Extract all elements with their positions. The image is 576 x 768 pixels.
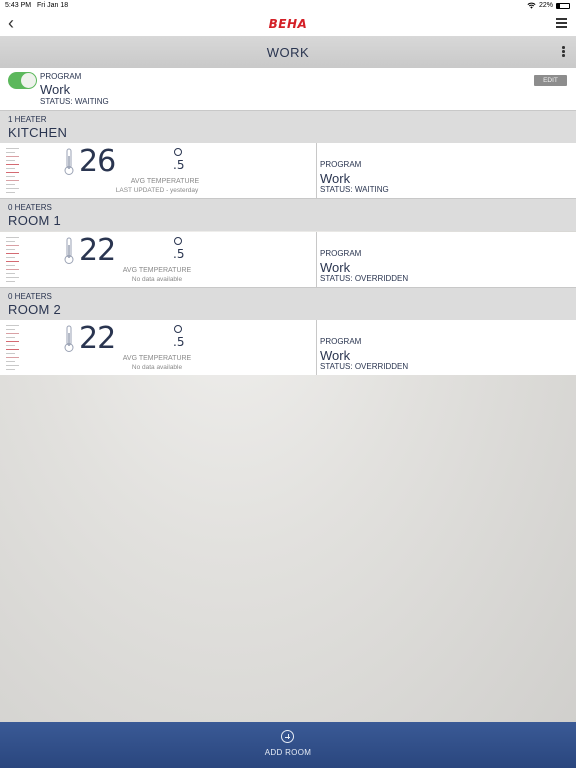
room-program-name: Work <box>320 171 351 186</box>
temperature-updated: LAST UPDATED - yesterday <box>115 187 199 194</box>
room-program-name: Work <box>320 260 351 275</box>
temperature-gauge-icon <box>6 325 20 371</box>
temperature-label: AVG TEMPERATURE <box>122 355 192 362</box>
temperature-value: 26 <box>79 144 116 179</box>
battery-icon <box>556 2 570 9</box>
room-name: ROOM 1 <box>8 213 62 228</box>
edit-button[interactable]: EDIT <box>534 75 567 86</box>
temperature-decimal: .5 <box>173 158 185 172</box>
card-divider <box>316 320 317 375</box>
room-program-status: STATUS: WAITING <box>320 185 389 194</box>
room-program-status: STATUS: OVERRIDDEN <box>320 274 409 283</box>
temperature-decimal: .5 <box>173 247 185 261</box>
room-header-kitchen[interactable]: 1 HEATER KITCHEN <box>0 110 576 143</box>
heater-count: 0 HEATERS <box>8 203 52 212</box>
status-right: 22% <box>527 2 570 9</box>
program-label: PROGRAM <box>40 72 82 81</box>
room-name: KITCHEN <box>8 125 68 140</box>
program-panel: PROGRAM Work STATUS: WAITING EDIT <box>0 68 576 110</box>
room-program-label: PROGRAM <box>320 337 362 346</box>
degree-icon <box>174 237 182 245</box>
heater-count: 1 HEATER <box>8 115 47 124</box>
add-circle-icon[interactable] <box>281 730 294 743</box>
add-room-bar[interactable]: ADD ROOM <box>0 722 576 768</box>
battery-percent: 22% <box>538 2 553 9</box>
degree-icon <box>174 148 182 156</box>
room-card-kitchen[interactable]: 26 .5 AVG TEMPERATURE LAST UPDATED - yes… <box>0 143 576 198</box>
room-program-label: PROGRAM <box>320 160 362 169</box>
temperature-label: AVG TEMPERATURE <box>130 178 200 185</box>
temperature-value: 22 <box>79 233 116 268</box>
thermometer-icon <box>64 325 74 352</box>
room-program-status: STATUS: OVERRIDDEN <box>320 362 409 371</box>
program-toggle[interactable] <box>8 72 37 89</box>
page-title: WORK <box>266 45 310 60</box>
menu-icon[interactable] <box>556 18 567 30</box>
temperature-decimal: .5 <box>173 335 185 349</box>
status-time: 5:43 PM <box>5 2 32 9</box>
status-bar: 5:43 PM Fri Jan 18 22% <box>0 0 576 12</box>
room-program-name: Work <box>320 348 351 363</box>
more-options-icon[interactable] <box>562 46 565 58</box>
temperature-updated: No data available <box>131 276 183 283</box>
room-card-room-2[interactable]: 22 .5 AVG TEMPERATURE No data available … <box>0 320 576 375</box>
wifi-icon <box>527 2 536 9</box>
status-date: Fri Jan 18 <box>37 2 69 9</box>
room-card-room-1[interactable]: 22 .5 AVG TEMPERATURE No data available … <box>0 232 576 287</box>
temperature-updated: No data available <box>131 364 183 371</box>
nav-bar: ‹ BEHA <box>0 12 576 36</box>
room-name: ROOM 2 <box>8 302 62 317</box>
add-room-button[interactable]: ADD ROOM <box>0 748 576 757</box>
card-divider <box>316 232 317 287</box>
temperature-label: AVG TEMPERATURE <box>122 267 192 274</box>
room-header-room-2[interactable]: 0 HEATERS ROOM 2 <box>0 287 576 320</box>
thermometer-icon <box>64 237 74 264</box>
temperature-gauge-icon <box>6 237 20 283</box>
program-name: Work <box>40 82 71 97</box>
program-status: STATUS: WAITING <box>40 97 109 106</box>
degree-icon <box>174 325 182 333</box>
room-program-label: PROGRAM <box>320 249 362 258</box>
title-bar: WORK <box>0 36 576 68</box>
beha-logo: BEHA <box>268 17 308 31</box>
heater-count: 0 HEATERS <box>8 292 52 301</box>
temperature-value: 22 <box>79 321 116 356</box>
card-divider <box>316 143 317 198</box>
room-header-room-1[interactable]: 0 HEATERS ROOM 1 <box>0 198 576 231</box>
thermometer-icon <box>64 148 74 175</box>
temperature-gauge-icon <box>6 148 20 194</box>
